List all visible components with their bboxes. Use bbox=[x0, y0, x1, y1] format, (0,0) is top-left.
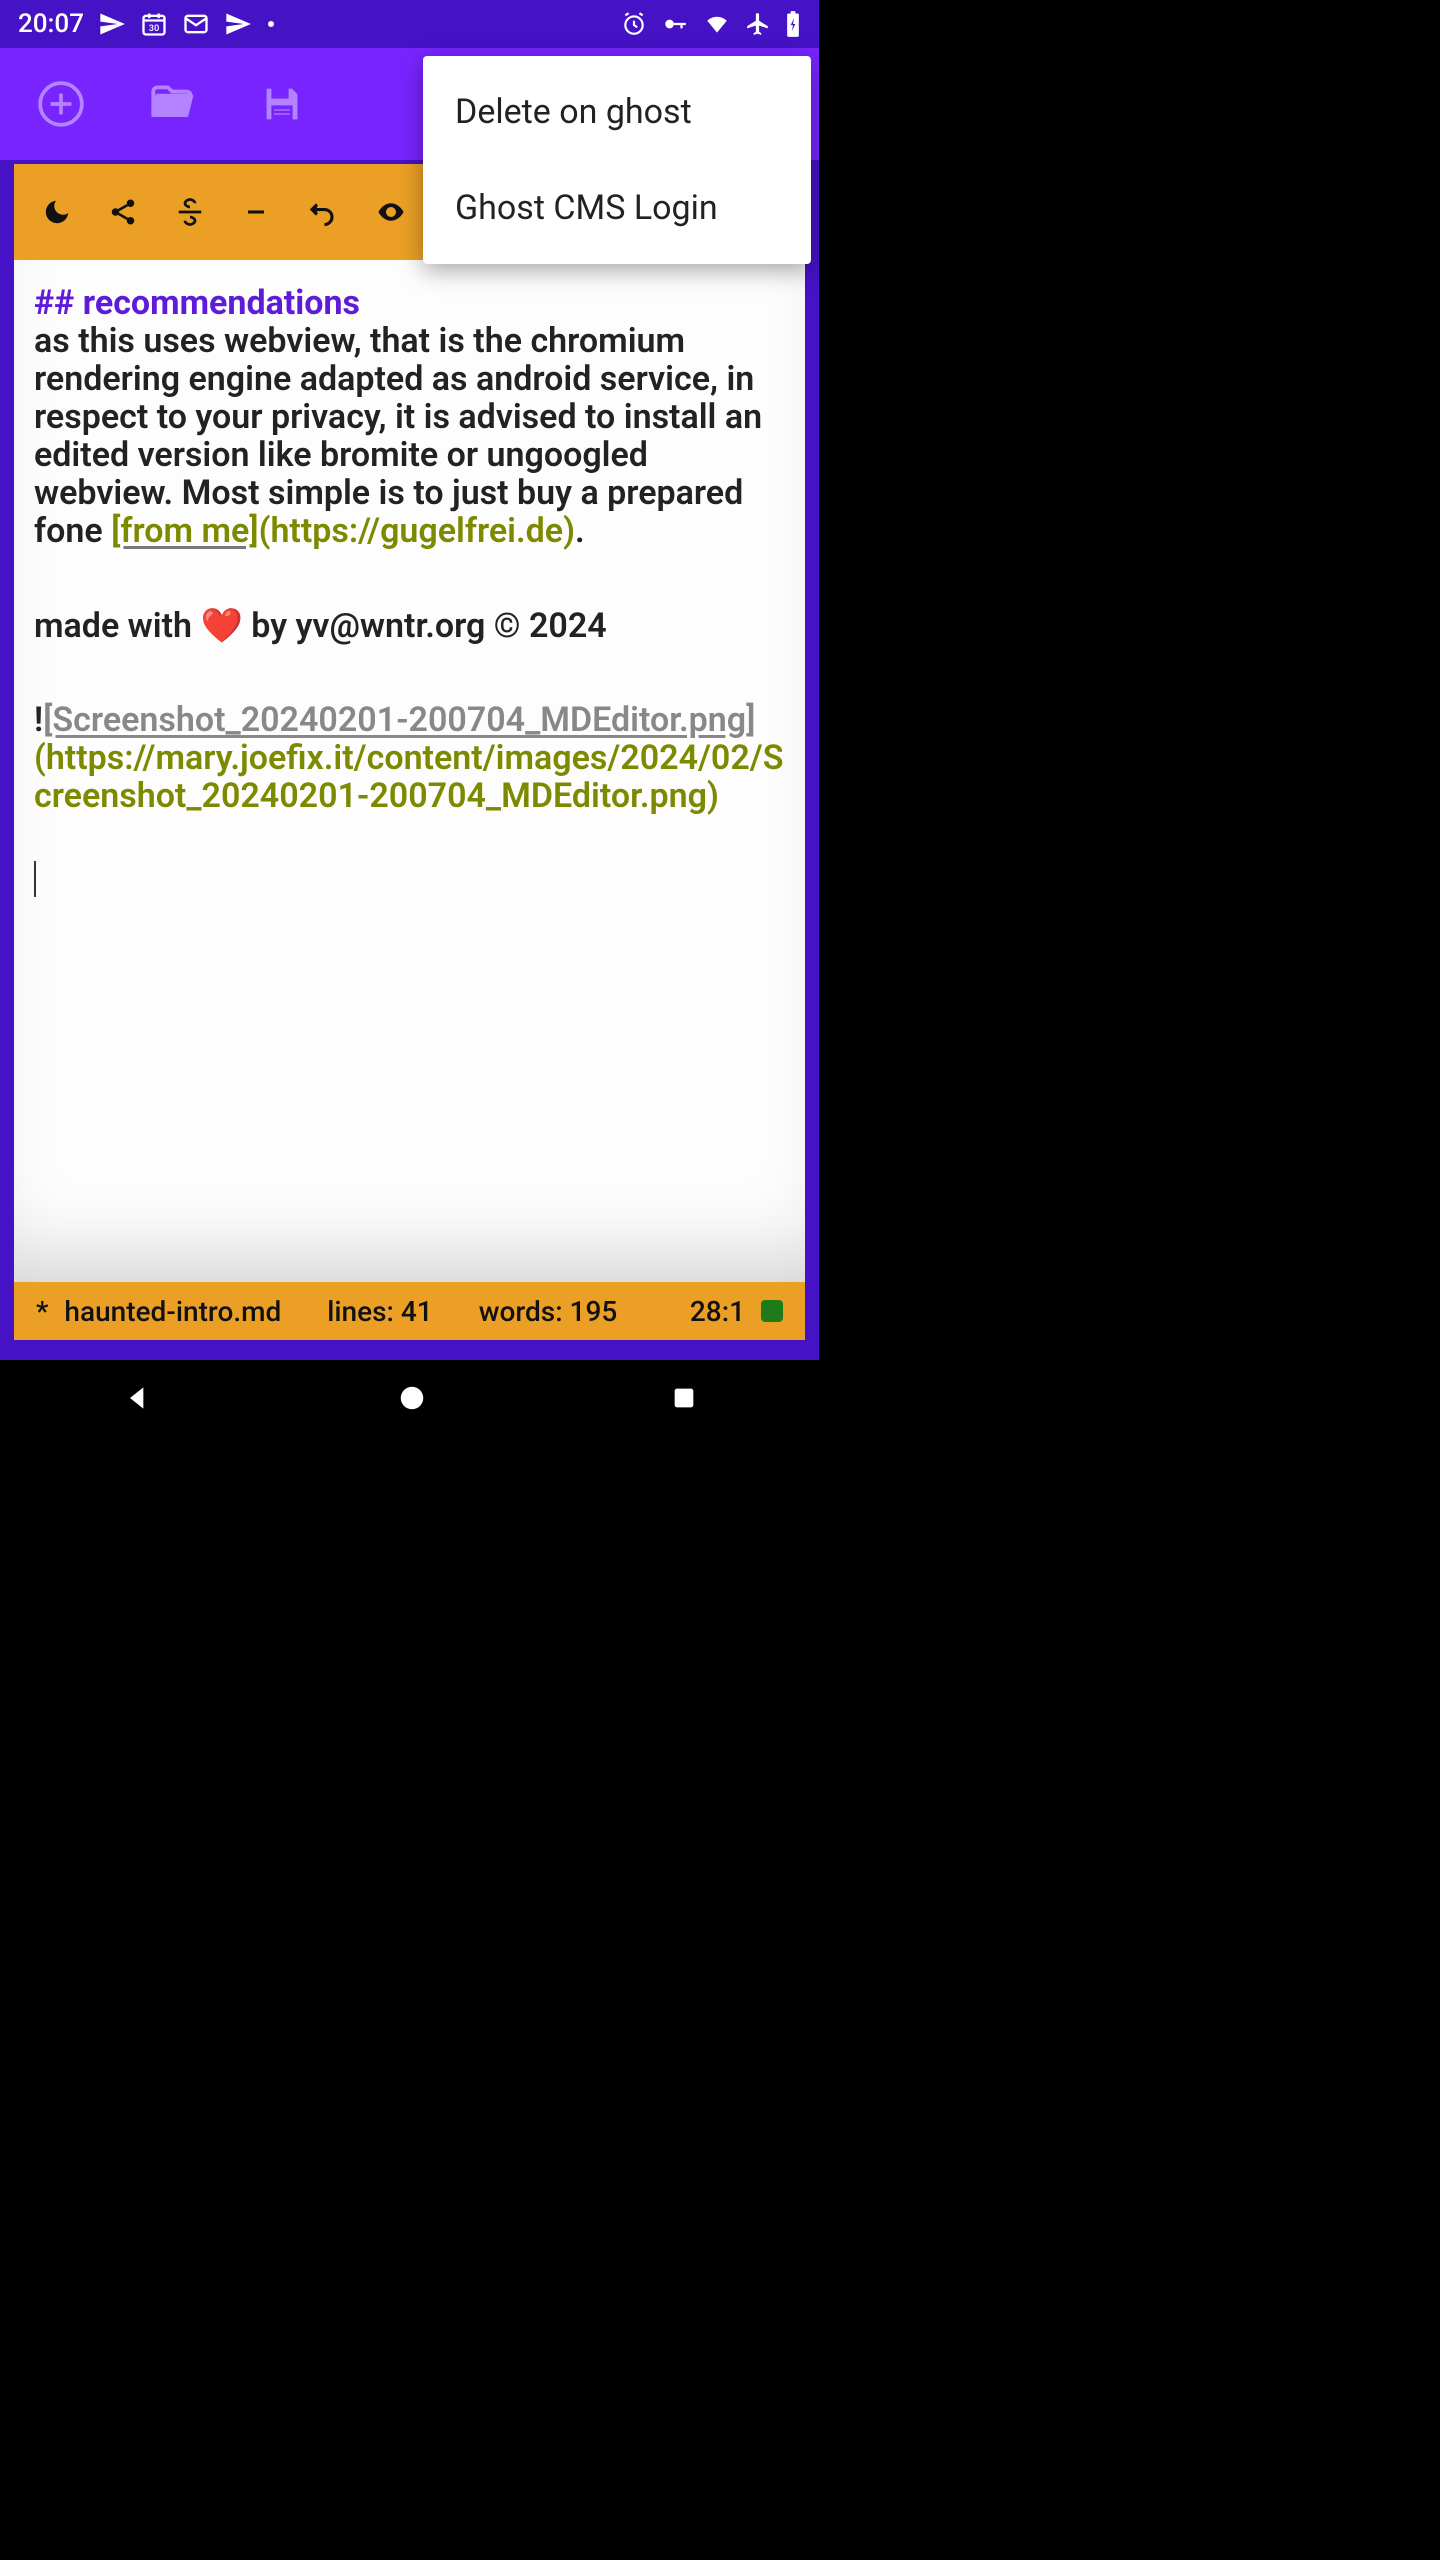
svg-text:30: 30 bbox=[149, 23, 160, 34]
menu-item-delete-on-ghost[interactable]: Delete on ghost bbox=[423, 64, 811, 160]
send-icon bbox=[98, 10, 126, 38]
heading-text: ## recommendations bbox=[34, 283, 360, 323]
menu-item-ghost-cms-login[interactable]: Ghost CMS Login bbox=[423, 160, 811, 256]
vpn-key-icon bbox=[661, 11, 689, 37]
wifi-icon bbox=[703, 11, 731, 37]
eye-icon[interactable] bbox=[374, 197, 408, 227]
moon-icon[interactable] bbox=[42, 197, 72, 227]
battery-icon bbox=[785, 10, 801, 38]
overflow-menu: Delete on ghost Ghost CMS Login bbox=[423, 56, 811, 264]
cursor-position: 28:1 bbox=[690, 1295, 745, 1328]
add-icon[interactable] bbox=[36, 79, 86, 129]
menu-item-label: Delete on ghost bbox=[455, 92, 692, 132]
lines-count: lines: 41 bbox=[327, 1295, 432, 1328]
send-icon-2 bbox=[224, 10, 252, 38]
link-label: [from me] bbox=[111, 511, 259, 551]
status-time: 20:07 bbox=[18, 9, 84, 39]
back-icon[interactable] bbox=[122, 1382, 154, 1418]
text-cursor bbox=[34, 861, 36, 897]
undo-icon[interactable] bbox=[306, 197, 338, 227]
image-label: [Screenshot_20240201-200704_MDEditor.png… bbox=[43, 700, 755, 740]
home-icon[interactable] bbox=[397, 1383, 427, 1417]
signature-text: made with ❤️ by yv@wntr.org © 2024 bbox=[34, 606, 607, 646]
filename-label: haunted-intro.md bbox=[64, 1295, 281, 1328]
calendar-icon: 30 bbox=[140, 10, 168, 38]
mail-icon bbox=[182, 10, 210, 38]
alarm-icon bbox=[621, 11, 647, 37]
save-icon[interactable] bbox=[258, 79, 306, 129]
recents-icon[interactable] bbox=[670, 1384, 698, 1416]
android-status-bar: 20:07 30 bbox=[0, 0, 819, 48]
editor-container: ## recommendations as this uses webview,… bbox=[0, 160, 819, 1360]
status-indicator-icon bbox=[761, 1300, 783, 1322]
airplane-icon bbox=[745, 11, 771, 37]
markdown-editor[interactable]: ## recommendations as this uses webview,… bbox=[14, 260, 805, 1282]
menu-item-label: Ghost CMS Login bbox=[455, 188, 718, 228]
folder-open-icon[interactable] bbox=[146, 79, 198, 129]
body-text-end: . bbox=[575, 511, 585, 551]
share-icon[interactable] bbox=[108, 197, 138, 227]
editor-status-bar: * haunted-intro.md lines: 41 words: 195 … bbox=[14, 1282, 805, 1340]
android-nav-bar bbox=[0, 1360, 819, 1440]
minus-icon[interactable] bbox=[242, 200, 270, 224]
image-url: (https://mary.joefix.it/content/images/2… bbox=[34, 738, 783, 816]
dirty-indicator: * bbox=[36, 1295, 48, 1328]
link-url: (https://gugelfrei.de) bbox=[259, 511, 575, 551]
image-bang: ! bbox=[34, 700, 43, 740]
app-toolbar: Delete on ghost Ghost CMS Login bbox=[0, 48, 819, 160]
dot-icon bbox=[266, 19, 276, 29]
strikethrough-icon[interactable] bbox=[174, 197, 206, 227]
words-count: words: 195 bbox=[479, 1295, 618, 1328]
